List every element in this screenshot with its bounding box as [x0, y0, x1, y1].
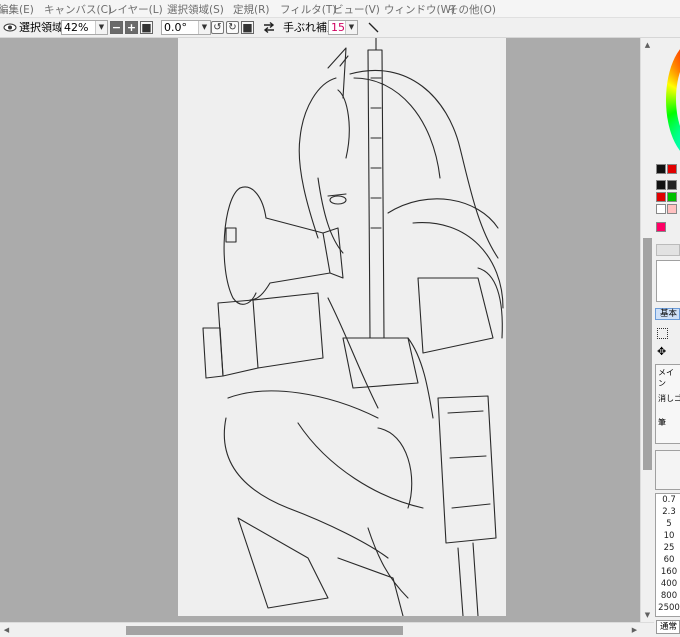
eye-icon[interactable]	[3, 21, 17, 34]
menu-edit[interactable]: 編集(E)	[0, 2, 34, 17]
menu-filter[interactable]: フィルタ(T)	[280, 2, 336, 17]
brush-size-item[interactable]: 0.7	[656, 495, 680, 506]
rotation-value: 0.0°	[164, 21, 187, 34]
zoom-value: 42%	[64, 21, 89, 34]
color-swatch[interactable]	[656, 204, 666, 214]
right-panel: 基本 ✥ メイン 消しゴム 筆 0.7 2.3 5 10 25 60 160 4…	[654, 38, 680, 637]
color-swatch[interactable]	[667, 164, 677, 174]
menu-other[interactable]: その他(O)	[448, 2, 496, 17]
stabilizer-select[interactable]: 15 ▼	[328, 20, 358, 35]
color-swatch[interactable]	[667, 192, 677, 202]
menu-bar: 編集(E) キャンバス(C) レイヤー(L) 選択領域(S) 定規(R) フィル…	[0, 0, 680, 18]
brush-size-item[interactable]: 800	[656, 591, 680, 602]
line-art-drawing	[202, 38, 504, 617]
horizontal-scroll-thumb[interactable]	[126, 626, 403, 635]
zoom-reset-button[interactable]: ■	[140, 21, 153, 34]
chevron-down-icon: ▼	[198, 21, 210, 34]
stabilizer-value: 15	[331, 21, 345, 34]
blend-mode-select[interactable]: 通常	[656, 620, 680, 634]
color-preview-box	[656, 260, 680, 302]
menu-layer[interactable]: レイヤー(L)	[107, 2, 163, 17]
tool-list: メイン 消しゴム 筆	[655, 364, 680, 444]
swatch-toolbar[interactable]	[656, 244, 680, 256]
vertical-scrollbar[interactable]: ▲ ▼	[640, 38, 654, 622]
rotate-left-icon[interactable]: ↺	[211, 21, 224, 34]
chevron-down-icon: ▼	[95, 21, 107, 34]
tool-main[interactable]: メイン	[658, 367, 680, 389]
rotate-right-icon[interactable]: ↻	[226, 21, 239, 34]
menu-window[interactable]: ウィンドウ(W)	[384, 2, 455, 17]
scroll-left-icon[interactable]: ◀	[0, 623, 13, 637]
reset-icon[interactable]: ■	[241, 21, 254, 34]
brush-preview	[655, 450, 680, 490]
pen-icon[interactable]	[366, 21, 380, 34]
menu-view[interactable]: ビュー(V)	[333, 2, 380, 17]
menu-ruler[interactable]: 定規(R)	[233, 2, 270, 17]
horizontal-scrollbar[interactable]: ◀ ▶	[0, 622, 654, 637]
rotation-select[interactable]: 0.0° ▼	[161, 20, 211, 35]
brush-size-item[interactable]: 5	[656, 519, 680, 530]
zoom-out-button[interactable]: −	[110, 21, 123, 34]
color-swatch[interactable]	[656, 222, 666, 232]
zoom-select[interactable]: 42% ▼	[61, 20, 108, 35]
brush-size-item[interactable]: 10	[656, 531, 680, 542]
selection-label: 選択領域	[19, 21, 63, 34]
vertical-scroll-thumb[interactable]	[643, 238, 652, 470]
scroll-up-icon[interactable]: ▲	[641, 38, 654, 52]
color-swatch[interactable]	[656, 180, 666, 190]
toolbar: 選択領域 42% ▼ − + ■ 0.0° ▼ ↺ ↻ ■ 手ぶれ補正 15 ▼	[0, 18, 680, 38]
brush-size-item[interactable]: 2500	[656, 603, 680, 614]
chevron-down-icon: ▼	[345, 21, 357, 34]
color-swatch[interactable]	[656, 192, 666, 202]
brush-size-list[interactable]: 0.7 2.3 5 10 25 60 160 400 800 2500	[655, 493, 680, 617]
flip-horizontal-icon[interactable]	[262, 21, 276, 34]
menu-selection[interactable]: 選択領域(S)	[167, 2, 224, 17]
scroll-right-icon[interactable]: ▶	[628, 623, 641, 637]
color-swatch[interactable]	[667, 180, 677, 190]
menu-canvas[interactable]: キャンバス(C)	[44, 2, 112, 17]
brush-size-item[interactable]: 160	[656, 567, 680, 578]
canvas-paper[interactable]	[178, 38, 506, 617]
brush-size-item[interactable]: 400	[656, 579, 680, 590]
canvas-viewport[interactable]	[0, 38, 641, 622]
brush-size-item[interactable]: 2.3	[656, 507, 680, 518]
move-icon[interactable]: ✥	[657, 346, 666, 357]
tab-basic[interactable]: 基本	[655, 308, 680, 320]
brush-size-item[interactable]: 25	[656, 543, 680, 554]
tool-eraser[interactable]: 消しゴム	[658, 393, 680, 404]
brush-size-item[interactable]: 60	[656, 555, 680, 566]
color-swatch[interactable]	[656, 164, 666, 174]
select-rect-icon[interactable]	[657, 328, 668, 339]
zoom-in-button[interactable]: +	[125, 21, 138, 34]
scroll-down-icon[interactable]: ▼	[641, 608, 654, 622]
tool-pen[interactable]: 筆	[658, 417, 666, 428]
color-swatch[interactable]	[667, 204, 677, 214]
